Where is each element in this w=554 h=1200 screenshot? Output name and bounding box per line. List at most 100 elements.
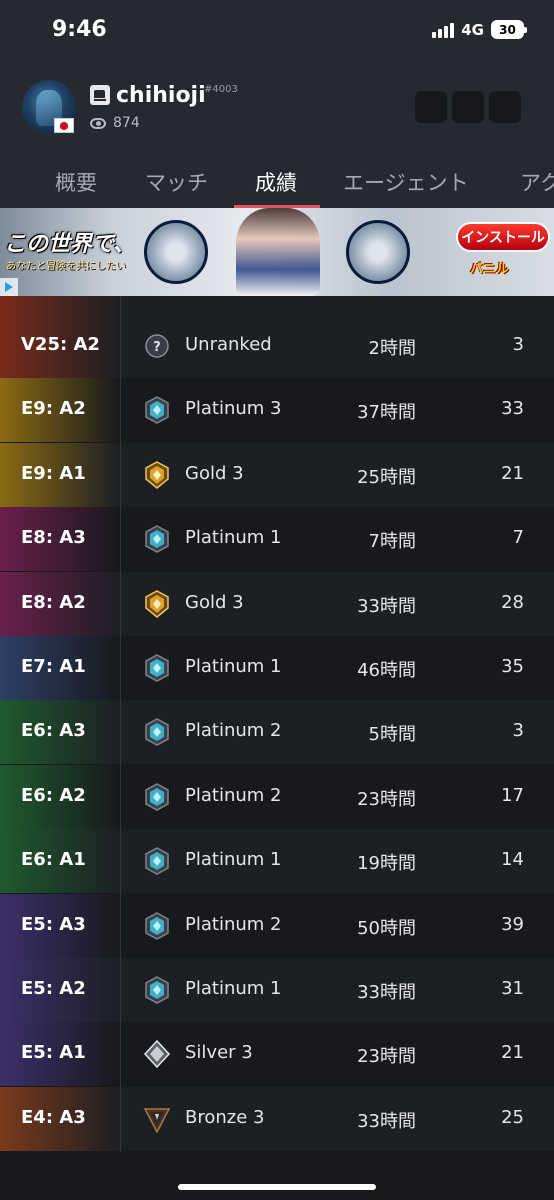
status-indicators: 4G 30 bbox=[432, 20, 527, 39]
tab-bar: 概要 マッチ 成績 エージェント アク bbox=[0, 162, 554, 208]
season-label: E9: A1 bbox=[21, 462, 86, 484]
action-button-1[interactable] bbox=[415, 91, 447, 123]
hours-played: 25時間 bbox=[357, 466, 416, 488]
view-count: 874 bbox=[113, 115, 140, 131]
tab-matches[interactable]: マッチ bbox=[145, 167, 208, 197]
season-cell: E5: A2 bbox=[0, 958, 120, 1022]
platinum-icon bbox=[143, 847, 171, 876]
japan-flag-icon bbox=[54, 118, 74, 133]
season-cell: E7: A1 bbox=[0, 636, 120, 700]
season-cell: E6: A1 bbox=[0, 829, 120, 894]
platinum-icon bbox=[143, 782, 171, 811]
rank-name: Platinum 1 bbox=[185, 656, 282, 677]
games-played: 3 bbox=[512, 720, 524, 742]
rank-name: Bronze 3 bbox=[185, 1106, 265, 1128]
gold-icon bbox=[143, 589, 171, 618]
ad-banner[interactable]: この世界で、 あなたと冒険を共にしたい インストール バニル bbox=[0, 208, 554, 296]
network-type: 4G bbox=[461, 20, 484, 39]
eye-icon bbox=[90, 118, 106, 129]
hours-played: 33時間 bbox=[357, 982, 416, 1003]
tab-acts[interactable]: アク bbox=[520, 167, 554, 197]
home-area bbox=[0, 1152, 554, 1200]
rank-name: Platinum 2 bbox=[185, 913, 282, 935]
rank-name: Platinum 1 bbox=[185, 978, 282, 999]
hours-played: 33時間 bbox=[357, 1110, 416, 1132]
table-row[interactable]: E4: A3 Bronze 3 33時間 25 bbox=[0, 1086, 554, 1151]
season-label: E6: A3 bbox=[21, 720, 86, 742]
season-label: E8: A2 bbox=[21, 591, 86, 613]
action-button-2[interactable] bbox=[452, 91, 484, 123]
table-row[interactable]: E6: A1 Platinum 1 19時間 14 bbox=[0, 829, 554, 894]
season-cell: E5: A3 bbox=[0, 893, 120, 958]
season-label: V25: A2 bbox=[21, 334, 100, 355]
rank-name: Gold 3 bbox=[185, 462, 244, 484]
season-label: E5: A3 bbox=[21, 913, 86, 935]
table-row-partial bbox=[0, 296, 554, 314]
column-divider bbox=[120, 296, 121, 1152]
table-row[interactable]: E9: A2 Platinum 3 37時間 33 bbox=[0, 378, 554, 443]
platinum-icon bbox=[143, 525, 171, 554]
platinum-icon bbox=[143, 718, 171, 747]
hours-played: 5時間 bbox=[368, 724, 416, 746]
ad-character-portrait bbox=[346, 220, 410, 284]
table-row[interactable]: E5: A2 Platinum 1 33時間 31 bbox=[0, 958, 554, 1022]
ad-subline: あなたと冒険を共にしたい bbox=[6, 261, 126, 272]
hours-played: 37時間 bbox=[357, 402, 416, 424]
season-label: E5: A2 bbox=[21, 978, 86, 999]
hours-played: 46時間 bbox=[357, 660, 416, 681]
tab-overview[interactable]: 概要 bbox=[55, 167, 97, 197]
rank-name: Platinum 2 bbox=[185, 784, 282, 806]
table-row[interactable]: E6: A2 Platinum 2 23時間 17 bbox=[0, 764, 554, 829]
profile-header: chihioji #4003 874 概要 マッチ 成績 エージェント アク bbox=[0, 62, 554, 208]
games-played: 3 bbox=[512, 334, 524, 355]
table-row[interactable]: E6: A3 Platinum 2 5時間 3 bbox=[0, 700, 554, 765]
riot-logo-icon bbox=[90, 85, 110, 105]
platinum-icon bbox=[143, 976, 171, 1004]
ad-character-portrait bbox=[144, 220, 208, 284]
platinum-icon bbox=[143, 911, 171, 940]
season-cell: V25: A2 bbox=[0, 314, 120, 378]
season-cell: E9: A2 bbox=[0, 378, 120, 443]
home-indicator[interactable] bbox=[178, 1184, 376, 1190]
rank-name: Platinum 2 bbox=[185, 720, 282, 742]
season-cell: E4: A3 bbox=[0, 1086, 120, 1151]
season-cell: E6: A2 bbox=[0, 764, 120, 829]
bronze-icon bbox=[143, 1105, 171, 1134]
season-stats-table: V25: A2? Unranked 2時間 3 E9: A2 Platinum 3 37時間… bbox=[0, 296, 554, 1152]
rank-name: Gold 3 bbox=[185, 591, 244, 613]
season-cell: E8: A2 bbox=[0, 571, 120, 636]
table-row[interactable]: E8: A2 Gold 3 33時間 28 bbox=[0, 571, 554, 636]
user-tag: #4003 bbox=[204, 84, 238, 95]
table-row[interactable]: E8: A3 Platinum 1 7時間 7 bbox=[0, 507, 554, 572]
rank-name: Unranked bbox=[185, 334, 272, 355]
games-played: 21 bbox=[501, 1042, 524, 1064]
table-row[interactable]: E9: A1 Gold 3 25時間 21 bbox=[0, 442, 554, 507]
action-button-3[interactable] bbox=[489, 91, 521, 123]
tab-agents[interactable]: エージェント bbox=[343, 167, 469, 197]
season-label: E6: A1 bbox=[21, 849, 86, 871]
season-cell: E6: A3 bbox=[0, 700, 120, 765]
ad-headline: この世界で、 bbox=[4, 232, 136, 257]
season-cell: E8: A3 bbox=[0, 507, 120, 572]
table-row[interactable]: E5: A1 Silver 3 23時間 21 bbox=[0, 1022, 554, 1087]
games-played: 7 bbox=[512, 527, 524, 549]
silver-icon bbox=[143, 1040, 171, 1069]
season-label: E6: A2 bbox=[21, 784, 86, 806]
games-played: 17 bbox=[501, 784, 524, 806]
table-row[interactable]: E5: A3 Platinum 2 50時間 39 bbox=[0, 893, 554, 958]
username: chihioji bbox=[116, 83, 206, 108]
games-played: 28 bbox=[501, 591, 524, 613]
unranked-icon: ? bbox=[143, 332, 171, 360]
ad-choices-icon[interactable] bbox=[0, 278, 18, 296]
table-row[interactable]: V25: A2? Unranked 2時間 3 bbox=[0, 314, 554, 378]
battery-icon: 30 bbox=[491, 20, 527, 39]
hours-played: 33時間 bbox=[357, 595, 416, 617]
rank-name: Platinum 1 bbox=[185, 849, 282, 871]
games-played: 39 bbox=[501, 913, 524, 935]
ad-install-button[interactable]: インストール bbox=[456, 222, 550, 252]
hours-played: 7時間 bbox=[368, 531, 416, 553]
table-row[interactable]: E7: A1 Platinum 1 46時間 35 bbox=[0, 636, 554, 700]
ad-character-image bbox=[236, 208, 320, 296]
tab-stats[interactable]: 成績 bbox=[255, 167, 297, 197]
svg-text:?: ? bbox=[153, 340, 161, 355]
